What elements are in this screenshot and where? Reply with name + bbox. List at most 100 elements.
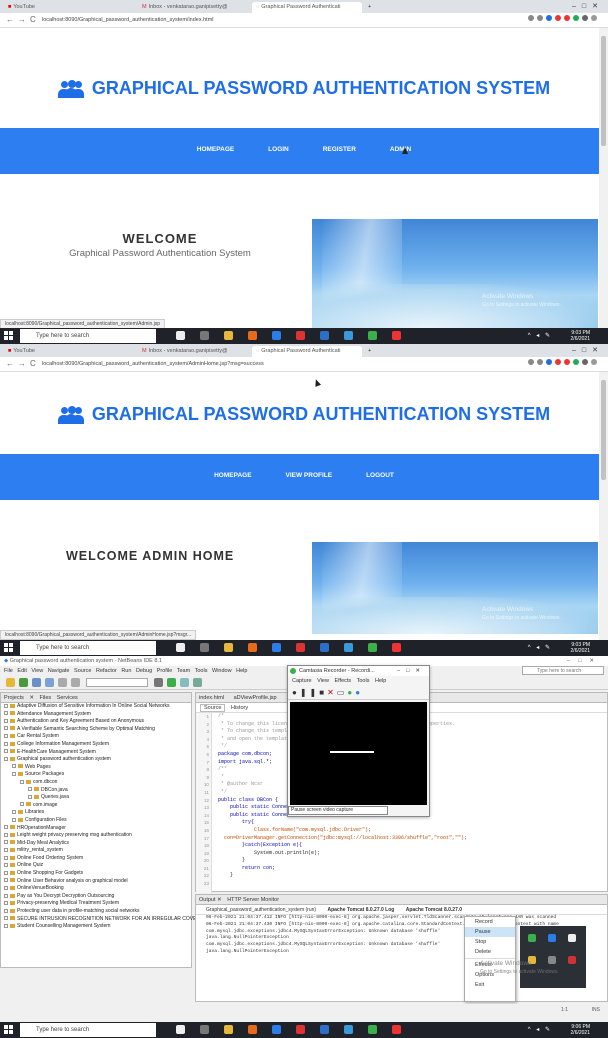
tray-bluetooth-icon[interactable] (548, 934, 556, 942)
new-tab-button[interactable]: + (364, 2, 376, 13)
tree-item[interactable]: Graphical password authentication system (1, 756, 191, 764)
tree-item[interactable]: Source Packages (1, 771, 191, 779)
tree-item[interactable]: Authentication and Key Agreement Based o… (1, 718, 191, 726)
menu-navigate[interactable]: Navigate (48, 668, 70, 674)
page-scrollbar[interactable] (599, 372, 608, 640)
menu-debug[interactable]: Debug (136, 668, 152, 674)
tree-item[interactable]: Configuration Files (1, 817, 191, 825)
window-controls[interactable]: –□✕ (572, 344, 604, 357)
source-mode-button[interactable]: Source (200, 704, 226, 712)
undo-icon[interactable] (58, 678, 67, 687)
tree-item[interactable]: Online Food Ordering System (1, 855, 191, 863)
nav-homepage[interactable]: HOMEPAGE (214, 472, 251, 479)
tree-item[interactable]: Libraries (1, 809, 191, 817)
tab-index-html[interactable]: index.html (199, 695, 224, 701)
tree-item[interactable]: DBCon.java (1, 787, 191, 795)
tab-youtube[interactable]: ■ YouTube (4, 346, 136, 357)
tree-item[interactable]: OnlineVenueBooking (1, 885, 191, 893)
tree-item[interactable]: Web Pages (1, 764, 191, 772)
tree-item[interactable]: SECURE INTRUSION RECOGNITION NETWORK FOR… (1, 916, 200, 924)
menu-profile[interactable]: Profile (157, 668, 173, 674)
tree-item[interactable]: E-HealthCare Management System (1, 749, 191, 757)
tree-item[interactable]: Student Counselling Management System (1, 923, 191, 931)
ctx-exit[interactable]: Exit (465, 980, 515, 990)
ctx-record[interactable]: Record (465, 917, 515, 927)
tree-item[interactable]: Online Quiz (1, 862, 191, 870)
window-controls[interactable]: –□✕ (567, 656, 602, 666)
new-project-icon[interactable] (6, 678, 15, 687)
cam-menu-effects[interactable]: Effects (334, 678, 351, 684)
ctx-stop[interactable]: Stop (465, 937, 515, 947)
tab-youtube[interactable]: ■ YouTube (4, 2, 136, 13)
tab-projects[interactable]: Projects (4, 695, 24, 701)
nav-admin[interactable]: ADMIN (390, 146, 411, 153)
tree-item[interactable]: Protecting user data in profile-matching… (1, 908, 191, 916)
help-icon[interactable]: ● (355, 688, 363, 697)
tab-services[interactable]: Services (57, 695, 78, 701)
system-tray-icons[interactable]: ^ ◂ ✎ (528, 1026, 552, 1033)
extension-icons[interactable] (528, 359, 600, 366)
debug-icon[interactable] (179, 678, 189, 687)
windows-start-icon[interactable] (4, 331, 14, 341)
save-all-icon[interactable] (45, 678, 54, 687)
taskbar-search[interactable]: Type here to search (20, 329, 156, 343)
project-tree[interactable]: Adaptive Diffusion of Sensitive Informat… (1, 703, 200, 931)
nav-register[interactable]: REGISTER (323, 146, 356, 153)
tab-inbox[interactable]: M Inbox - venkatarao.ganipisetty@ (138, 2, 250, 13)
tab-inbox[interactable]: M Inbox - venkatarao.ganipisetty@ (138, 346, 250, 357)
taskbar-search[interactable]: Type here to search (20, 1023, 156, 1037)
system-tray-icons[interactable]: ^ ◂ ✎ (528, 332, 552, 339)
clock[interactable]: 9:03 PM 2/6/2021 (571, 642, 590, 654)
taskbar-app-icons[interactable] (176, 331, 416, 342)
tree-item[interactable]: Mid-Day Meal Analytics (1, 840, 191, 848)
menu-file[interactable]: File (4, 668, 13, 674)
camtasia-window-controls[interactable]: –□✕ (397, 666, 426, 676)
menu-help[interactable]: Help (236, 668, 247, 674)
stop-icon[interactable]: ■ (319, 688, 327, 697)
cam-menu-capture[interactable]: Capture (292, 678, 312, 684)
tree-item[interactable]: com.image (1, 802, 191, 810)
ide-search-input[interactable]: Type here to search (522, 666, 604, 675)
nav-buttons[interactable]: ←→C (6, 359, 40, 368)
nav-homepage[interactable]: HOMEPAGE (197, 146, 234, 153)
clock[interactable]: 9:03 PM 2/6/2021 (571, 330, 590, 342)
ctx-pause[interactable]: Pause (465, 927, 515, 937)
tree-item[interactable]: com.dbcon (1, 779, 191, 787)
nav-buttons[interactable]: ←→C (6, 15, 40, 24)
menu-view[interactable]: View (31, 668, 43, 674)
menu-run[interactable]: Run (121, 668, 131, 674)
tab-graphical-password[interactable]: ◌ Graphical Password Authenticati (252, 346, 362, 357)
cam-menu-view[interactable]: View (317, 678, 329, 684)
tray-camtasia-icon[interactable] (528, 934, 536, 942)
subtab-tomcat-log[interactable]: Apache Tomcat 8.0.27.0 Log (327, 907, 394, 913)
window-controls[interactable]: –□✕ (572, 0, 604, 13)
nav-login[interactable]: LOGIN (268, 146, 289, 153)
screen-icon[interactable]: ▭ (337, 688, 348, 697)
system-tray-icons[interactable]: ^ ◂ ✎ (528, 644, 552, 651)
taskbar-app-icons[interactable] (176, 1025, 416, 1036)
pause-icon[interactable]: ❚❚ (300, 688, 319, 697)
menu-team[interactable]: Team (177, 668, 190, 674)
tree-item[interactable]: Attendance Management System (1, 711, 191, 719)
menu-source[interactable]: Source (74, 668, 91, 674)
menu-edit[interactable]: Edit (17, 668, 26, 674)
subtab-run[interactable]: Graphical_password_authentication_system… (206, 907, 316, 913)
tab-adviewprofile-jsp[interactable]: aDViewProfile.jsp (234, 695, 277, 701)
windows-start-icon[interactable] (4, 1025, 14, 1035)
redo-icon[interactable] (71, 678, 80, 687)
taskbar-search[interactable]: Type here to search (20, 641, 156, 655)
open-project-icon[interactable] (32, 678, 41, 687)
subtab-tomcat[interactable]: Apache Tomcat 8.0.27.0 (406, 907, 462, 913)
tab-graphical-password[interactable]: ◌ Graphical Password Authenticati (252, 2, 362, 13)
tree-item[interactable]: Leight weight privacy preserving msg aut… (1, 832, 191, 840)
new-tab-button[interactable]: + (364, 346, 376, 357)
menu-tools[interactable]: Tools (195, 668, 208, 674)
tree-item[interactable]: A Verifiable Semantic Searching Scheme b… (1, 726, 191, 734)
extension-icons[interactable] (528, 15, 600, 22)
tree-item[interactable]: Pay as You Decrypt Decryption Outsourcin… (1, 893, 191, 901)
tree-item[interactable]: Online User Behavior analysis on graphic… (1, 878, 191, 886)
delete-icon[interactable]: ✕ (327, 688, 337, 697)
clock[interactable]: 9:06 PM 2/6/2021 (571, 1024, 590, 1036)
windows-start-icon[interactable] (4, 643, 14, 653)
tree-item[interactable]: Adaptive Diffusion of Sensitive Informat… (1, 703, 191, 711)
